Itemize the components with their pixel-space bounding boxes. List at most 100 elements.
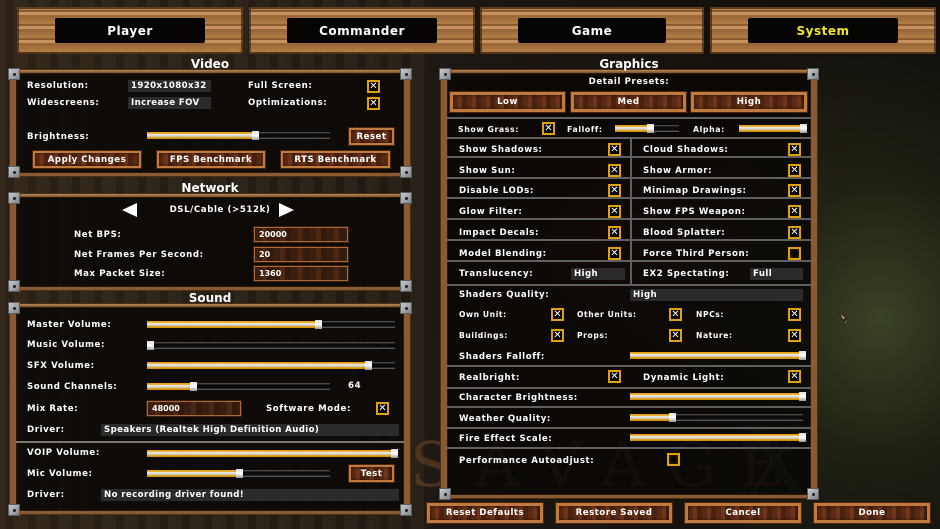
slider-knob[interactable] bbox=[364, 361, 372, 370]
graphics-toggle-checkbox[interactable]: ✕ bbox=[788, 205, 801, 218]
bolt-icon bbox=[807, 68, 819, 80]
restore-saved-button[interactable]: Restore Saved bbox=[556, 503, 672, 523]
graphics-toggle-checkbox[interactable]: ✕ bbox=[608, 247, 621, 260]
preset-high-button[interactable]: High bbox=[691, 92, 807, 112]
graphics-toggle-checkbox[interactable]: ✕ bbox=[608, 143, 621, 156]
slider-knob[interactable] bbox=[647, 124, 655, 133]
slider-knob[interactable] bbox=[251, 131, 259, 140]
grass-alpha-slider[interactable] bbox=[739, 124, 807, 133]
slider-knob[interactable] bbox=[799, 351, 806, 360]
divider bbox=[447, 387, 811, 389]
show-grass-checkbox[interactable]: ✕ bbox=[542, 122, 555, 135]
graphics-toggle-checkbox[interactable]: ✕ bbox=[788, 164, 801, 177]
graphics-toggle-checkbox[interactable]: ✕ bbox=[608, 205, 621, 218]
shaders-falloff-label: Shaders Falloff: bbox=[459, 352, 545, 362]
grass-falloff-slider[interactable] bbox=[615, 124, 679, 133]
shader-other-units-checkbox[interactable]: ✕ bbox=[669, 308, 682, 321]
shader-own-unit-checkbox[interactable]: ✕ bbox=[551, 308, 564, 321]
shader-other-units-label: Other Units: bbox=[577, 310, 637, 319]
shader-nature-checkbox[interactable]: ✕ bbox=[788, 329, 801, 342]
realbright-checkbox[interactable]: ✕ bbox=[608, 370, 621, 383]
music-volume-slider[interactable] bbox=[147, 341, 395, 350]
fullscreen-checkbox[interactable]: ✕ bbox=[367, 80, 380, 93]
sfx-volume-slider[interactable] bbox=[147, 361, 395, 370]
weather-quality-slider[interactable] bbox=[630, 413, 803, 422]
graphics-toggle-label: Force Third Person: bbox=[643, 249, 750, 259]
resolution-select[interactable]: 1920x1080x32 bbox=[128, 80, 211, 92]
x-check-icon: ✕ bbox=[610, 370, 619, 382]
done-button[interactable]: Done bbox=[814, 503, 930, 523]
graphics-toggle-checkbox[interactable] bbox=[788, 247, 801, 260]
voip-volume-slider[interactable] bbox=[147, 449, 398, 458]
graphics-toggle-checkbox[interactable]: ✕ bbox=[788, 184, 801, 197]
slider-knob[interactable] bbox=[235, 469, 243, 478]
slider-knob[interactable] bbox=[391, 449, 398, 458]
performance-autoadjust-checkbox[interactable] bbox=[667, 453, 680, 466]
translucency-label: Translucency: bbox=[459, 269, 534, 279]
ex2-spectating-select[interactable]: Full bbox=[750, 268, 803, 280]
prev-connection-arrow-icon[interactable] bbox=[122, 203, 137, 217]
shader-props-checkbox[interactable]: ✕ bbox=[669, 329, 682, 342]
slider-knob[interactable] bbox=[799, 392, 806, 401]
slider-knob[interactable] bbox=[668, 413, 676, 422]
rts-benchmark-button[interactable]: RTS Benchmark bbox=[281, 151, 390, 168]
software-mode-label: Software Mode: bbox=[266, 404, 352, 414]
master-volume-slider[interactable] bbox=[147, 320, 395, 329]
network-title: Network bbox=[181, 181, 239, 195]
preset-low-button[interactable]: Low bbox=[450, 92, 565, 112]
mic-volume-slider[interactable] bbox=[147, 469, 330, 478]
sound-channels-slider[interactable] bbox=[147, 382, 330, 391]
graphics-toggle-checkbox[interactable]: ✕ bbox=[608, 226, 621, 239]
show-grass-label: Show Grass: bbox=[458, 125, 519, 134]
reset-defaults-button[interactable]: Reset Defaults bbox=[427, 503, 543, 523]
tab-player[interactable]: Player bbox=[17, 7, 243, 54]
shader-npcs-checkbox[interactable]: ✕ bbox=[788, 308, 801, 321]
divider bbox=[447, 177, 811, 179]
slider-knob[interactable] bbox=[799, 433, 806, 442]
slider-knob[interactable] bbox=[189, 382, 197, 391]
bolt-icon bbox=[8, 302, 20, 314]
net-fps-input[interactable]: 20 bbox=[254, 247, 348, 262]
graphics-toggle-checkbox[interactable]: ✕ bbox=[788, 226, 801, 239]
divider bbox=[447, 406, 811, 408]
x-check-icon: ✕ bbox=[610, 247, 619, 259]
shader-buildings-checkbox[interactable]: ✕ bbox=[551, 329, 564, 342]
brightness-slider[interactable] bbox=[147, 131, 330, 140]
translucency-select[interactable]: High bbox=[571, 268, 625, 280]
divider bbox=[447, 156, 811, 158]
reset-brightness-button[interactable]: Reset bbox=[349, 128, 394, 145]
tab-commander[interactable]: Commander bbox=[249, 7, 475, 54]
graphics-toggle-label: Disable LODs: bbox=[459, 186, 534, 196]
divider bbox=[447, 117, 811, 119]
graphics-toggle-checkbox[interactable]: ✕ bbox=[608, 164, 621, 177]
graphics-toggle-checkbox[interactable]: ✕ bbox=[788, 143, 801, 156]
net-fps-label: Net Frames Per Second: bbox=[74, 250, 204, 260]
slider-knob[interactable] bbox=[147, 341, 154, 350]
character-brightness-slider[interactable] bbox=[630, 392, 806, 401]
graphics-toggle-checkbox[interactable]: ✕ bbox=[608, 184, 621, 197]
optimizations-checkbox[interactable]: ✕ bbox=[367, 97, 380, 110]
tab-game[interactable]: Game bbox=[480, 7, 704, 54]
software-mode-checkbox[interactable]: ✕ bbox=[376, 402, 389, 415]
shader-nature-label: Nature: bbox=[696, 331, 733, 340]
max-packet-input[interactable]: 1360 bbox=[254, 266, 348, 281]
driver-select[interactable]: Speakers (Realtek High Definition Audio) bbox=[101, 424, 399, 436]
bolt-icon bbox=[439, 488, 451, 500]
cancel-button[interactable]: Cancel bbox=[685, 503, 801, 523]
fire-effect-scale-slider[interactable] bbox=[630, 433, 806, 442]
net-bps-input[interactable]: 20000 bbox=[254, 227, 348, 242]
mic-test-button[interactable]: Test bbox=[349, 465, 394, 482]
preset-med-button[interactable]: Med bbox=[571, 92, 686, 112]
widescreens-select[interactable]: Increase FOV bbox=[128, 97, 211, 109]
connection-type: DSL/Cable (>512k) bbox=[169, 205, 271, 215]
tab-system[interactable]: System bbox=[710, 7, 936, 54]
next-connection-arrow-icon[interactable] bbox=[279, 203, 294, 217]
apply-changes-button[interactable]: Apply Changes bbox=[33, 151, 141, 168]
shaders-falloff-slider[interactable] bbox=[630, 351, 806, 360]
slider-knob[interactable] bbox=[800, 124, 807, 133]
shaders-quality-select[interactable]: High bbox=[630, 289, 803, 301]
slider-knob[interactable] bbox=[315, 320, 323, 329]
dynamic-light-checkbox[interactable]: ✕ bbox=[788, 370, 801, 383]
mix-rate-input[interactable]: 48000 bbox=[147, 401, 241, 416]
fps-benchmark-button[interactable]: FPS Benchmark bbox=[157, 151, 265, 168]
